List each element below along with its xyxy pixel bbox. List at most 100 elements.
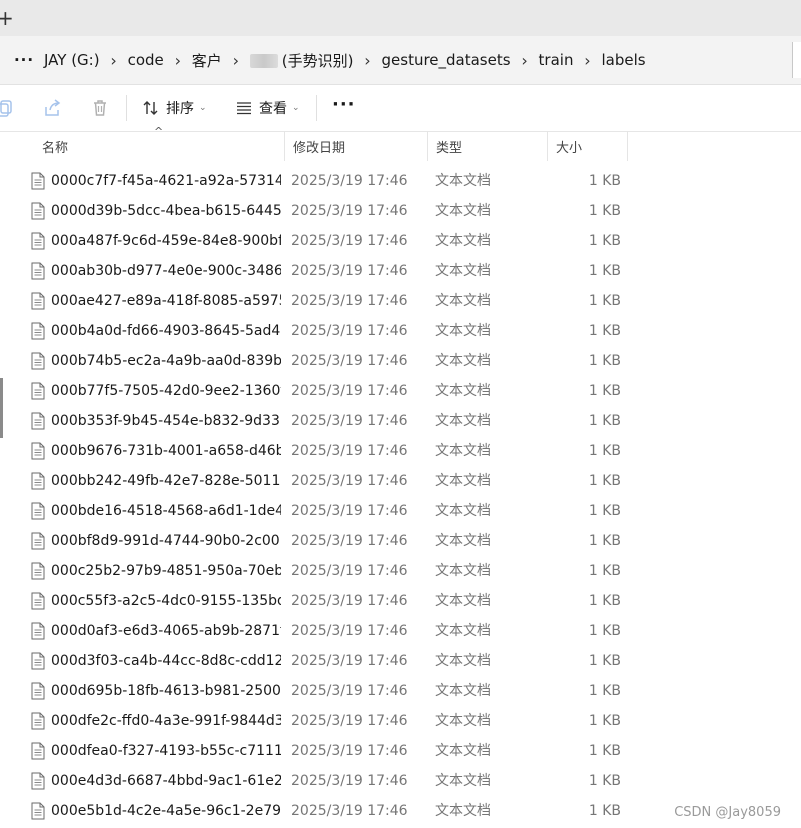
file-name: 000e5b1d-4c2e-4a5e-96c1-2e79f... — [51, 803, 281, 819]
text-file-icon — [31, 232, 45, 250]
file-row[interactable]: 000d695b-18fb-4613-b981-2500... 2025/3/19… — [0, 676, 801, 706]
text-file-icon — [31, 382, 45, 400]
file-name: 000bde16-4518-4568-a6d1-1de4... — [51, 503, 281, 519]
file-row[interactable]: 000dfe2c-ffd0-4a3e-991f-9844d3... 2025/3/… — [0, 706, 801, 736]
file-name: 000d695b-18fb-4613-b981-2500... — [51, 683, 281, 699]
file-modified-date: 2025/3/19 17:46 — [291, 263, 408, 279]
file-size: 1 KB — [588, 323, 621, 339]
file-type: 文本文档 — [435, 323, 491, 339]
column-header-size[interactable]: 大小 — [548, 131, 628, 161]
chevron-right-icon[interactable]: › — [358, 51, 378, 70]
copy-icon[interactable] — [0, 98, 16, 118]
file-row[interactable]: 0000d39b-5dcc-4bea-b615-6445... 2025/3/19… — [0, 196, 801, 226]
file-row[interactable]: 000c55f3-a2c5-4dc0-9155-135bd... 2025/3/1… — [0, 586, 801, 616]
breadcrumb: ··· JAY (G:) › code › 客户 › (手势识别) › gest… — [8, 48, 650, 72]
file-row[interactable]: 000ab30b-d977-4e0e-900c-3486... 2025/3/19… — [0, 256, 801, 286]
share-icon[interactable] — [42, 98, 62, 118]
sort-button[interactable]: 排序 ⌄ — [142, 95, 207, 121]
file-row[interactable]: 000bb242-49fb-42e7-828e-5011... 2025/3/19… — [0, 466, 801, 496]
file-size: 1 KB — [588, 803, 621, 819]
file-row[interactable]: 000bde16-4518-4568-a6d1-1de4... 2025/3/19… — [0, 496, 801, 526]
new-tab-button[interactable]: + — [0, 6, 14, 30]
file-name: 0000d39b-5dcc-4bea-b615-6445... — [51, 203, 281, 219]
delete-icon[interactable] — [90, 98, 110, 118]
file-name: 000a487f-9c6d-459e-84e8-900bf... — [51, 233, 281, 249]
file-type: 文本文档 — [435, 683, 491, 699]
file-type: 文本文档 — [435, 773, 491, 789]
file-modified-date: 2025/3/19 17:46 — [291, 683, 408, 699]
breadcrumb-item-drive[interactable]: JAY (G:) — [40, 51, 104, 69]
file-row[interactable]: 0000c7f7-f45a-4621-a92a-57314... 2025/3/1… — [0, 166, 801, 196]
search-box-edge[interactable] — [792, 42, 801, 78]
file-modified-date: 2025/3/19 17:46 — [291, 533, 408, 549]
chevron-right-icon[interactable]: › — [577, 51, 597, 70]
column-header-date[interactable]: 修改日期 — [285, 131, 428, 161]
view-button[interactable]: 查看 ⌄ — [235, 95, 300, 121]
breadcrumb-item-project[interactable]: (手势识别) — [246, 50, 358, 71]
file-name: 000ab30b-d977-4e0e-900c-3486... — [51, 263, 281, 279]
file-size: 1 KB — [588, 203, 621, 219]
breadcrumb-item-gesture-datasets[interactable]: gesture_datasets — [378, 51, 515, 69]
file-size: 1 KB — [588, 533, 621, 549]
watermark-text: CSDN @Jay8059 — [674, 805, 781, 820]
file-size: 1 KB — [588, 263, 621, 279]
file-row[interactable]: 000d3f03-ca4b-44cc-8d8c-cdd12... 2025/3/1… — [0, 646, 801, 676]
file-row[interactable]: 000b77f5-7505-42d0-9ee2-1360f... 2025/3/1… — [0, 376, 801, 406]
column-header: 名称 修改日期 类型 大小 — [0, 131, 801, 161]
sort-label: 排序 — [166, 101, 194, 117]
breadcrumb-item-client[interactable]: 客户 — [188, 50, 226, 71]
file-row[interactable]: 000bf8d9-991d-4744-90b0-2c00... 2025/3/19… — [0, 526, 801, 556]
more-options-button[interactable]: ··· — [332, 94, 356, 115]
chevron-right-icon[interactable]: › — [226, 51, 246, 70]
file-type: 文本文档 — [435, 413, 491, 429]
chevron-right-icon[interactable]: › — [515, 51, 535, 70]
file-row[interactable]: 000ae427-e89a-418f-8085-a5975... 2025/3/1… — [0, 286, 801, 316]
file-type: 文本文档 — [435, 653, 491, 669]
breadcrumb-item-labels[interactable]: labels — [597, 51, 649, 69]
text-file-icon — [31, 802, 45, 820]
toolbar-divider — [316, 95, 317, 121]
chevron-right-icon[interactable]: › — [104, 51, 124, 70]
file-modified-date: 2025/3/19 17:46 — [291, 713, 408, 729]
file-name: 000dfea0-f327-4193-b55c-c7111... — [51, 743, 281, 759]
file-modified-date: 2025/3/19 17:46 — [291, 473, 408, 489]
file-row[interactable]: 000dfea0-f327-4193-b55c-c7111... 2025/3/1… — [0, 736, 801, 766]
column-header-type[interactable]: 类型 — [428, 131, 548, 161]
file-name: 000d3f03-ca4b-44cc-8d8c-cdd12... — [51, 653, 281, 669]
file-modified-date: 2025/3/19 17:46 — [291, 293, 408, 309]
file-row[interactable]: 000e4d3d-6687-4bbd-9ac1-61e2... 2025/3/19… — [0, 766, 801, 796]
file-row[interactable]: 000a487f-9c6d-459e-84e8-900bf... 2025/3/1… — [0, 226, 801, 256]
file-type: 文本文档 — [435, 593, 491, 609]
file-size: 1 KB — [588, 743, 621, 759]
file-size: 1 KB — [588, 473, 621, 489]
file-modified-date: 2025/3/19 17:46 — [291, 233, 408, 249]
chevron-right-icon[interactable]: › — [168, 51, 188, 70]
file-modified-date: 2025/3/19 17:46 — [291, 803, 408, 819]
text-file-icon — [31, 262, 45, 280]
address-bar[interactable]: ··· JAY (G:) › code › 客户 › (手势识别) › gest… — [0, 36, 801, 85]
file-row[interactable]: 000b353f-9b45-454e-b832-9d33... 2025/3/19… — [0, 406, 801, 436]
file-row[interactable]: 000b9676-731b-4001-a658-d46b... 2025/3/19… — [0, 436, 801, 466]
breadcrumb-more-button[interactable]: ··· — [8, 51, 40, 69]
text-file-icon — [31, 772, 45, 790]
breadcrumb-item-project-label: (手势识别) — [281, 51, 354, 70]
file-modified-date: 2025/3/19 17:46 — [291, 773, 408, 789]
file-name: 0000c7f7-f45a-4621-a92a-57314... — [51, 173, 281, 189]
breadcrumb-item-train[interactable]: train — [535, 51, 578, 69]
file-row[interactable]: 000d0af3-e6d3-4065-ab9b-2871f... 2025/3/1… — [0, 616, 801, 646]
file-row[interactable]: 000c25b2-97b9-4851-950a-70eb... 2025/3/19… — [0, 556, 801, 586]
file-row[interactable]: 000b74b5-ec2a-4a9b-aa0d-839bf... 2025/3/1… — [0, 346, 801, 376]
file-name: 000b74b5-ec2a-4a9b-aa0d-839bf... — [51, 353, 281, 369]
file-name: 000b4a0d-fd66-4903-8645-5ad4... — [51, 323, 281, 339]
file-size: 1 KB — [588, 593, 621, 609]
toolbar-divider — [126, 95, 127, 121]
file-row[interactable]: 000b4a0d-fd66-4903-8645-5ad4... 2025/3/19… — [0, 316, 801, 346]
file-name: 000e4d3d-6687-4bbd-9ac1-61e2... — [51, 773, 281, 789]
breadcrumb-item-code[interactable]: code — [124, 51, 168, 69]
column-header-date-label: 修改日期 — [293, 140, 346, 156]
column-header-name[interactable]: 名称 — [34, 131, 285, 161]
file-modified-date: 2025/3/19 17:46 — [291, 563, 408, 579]
file-size: 1 KB — [588, 713, 621, 729]
text-file-icon — [31, 322, 45, 340]
file-type: 文本文档 — [435, 473, 491, 489]
